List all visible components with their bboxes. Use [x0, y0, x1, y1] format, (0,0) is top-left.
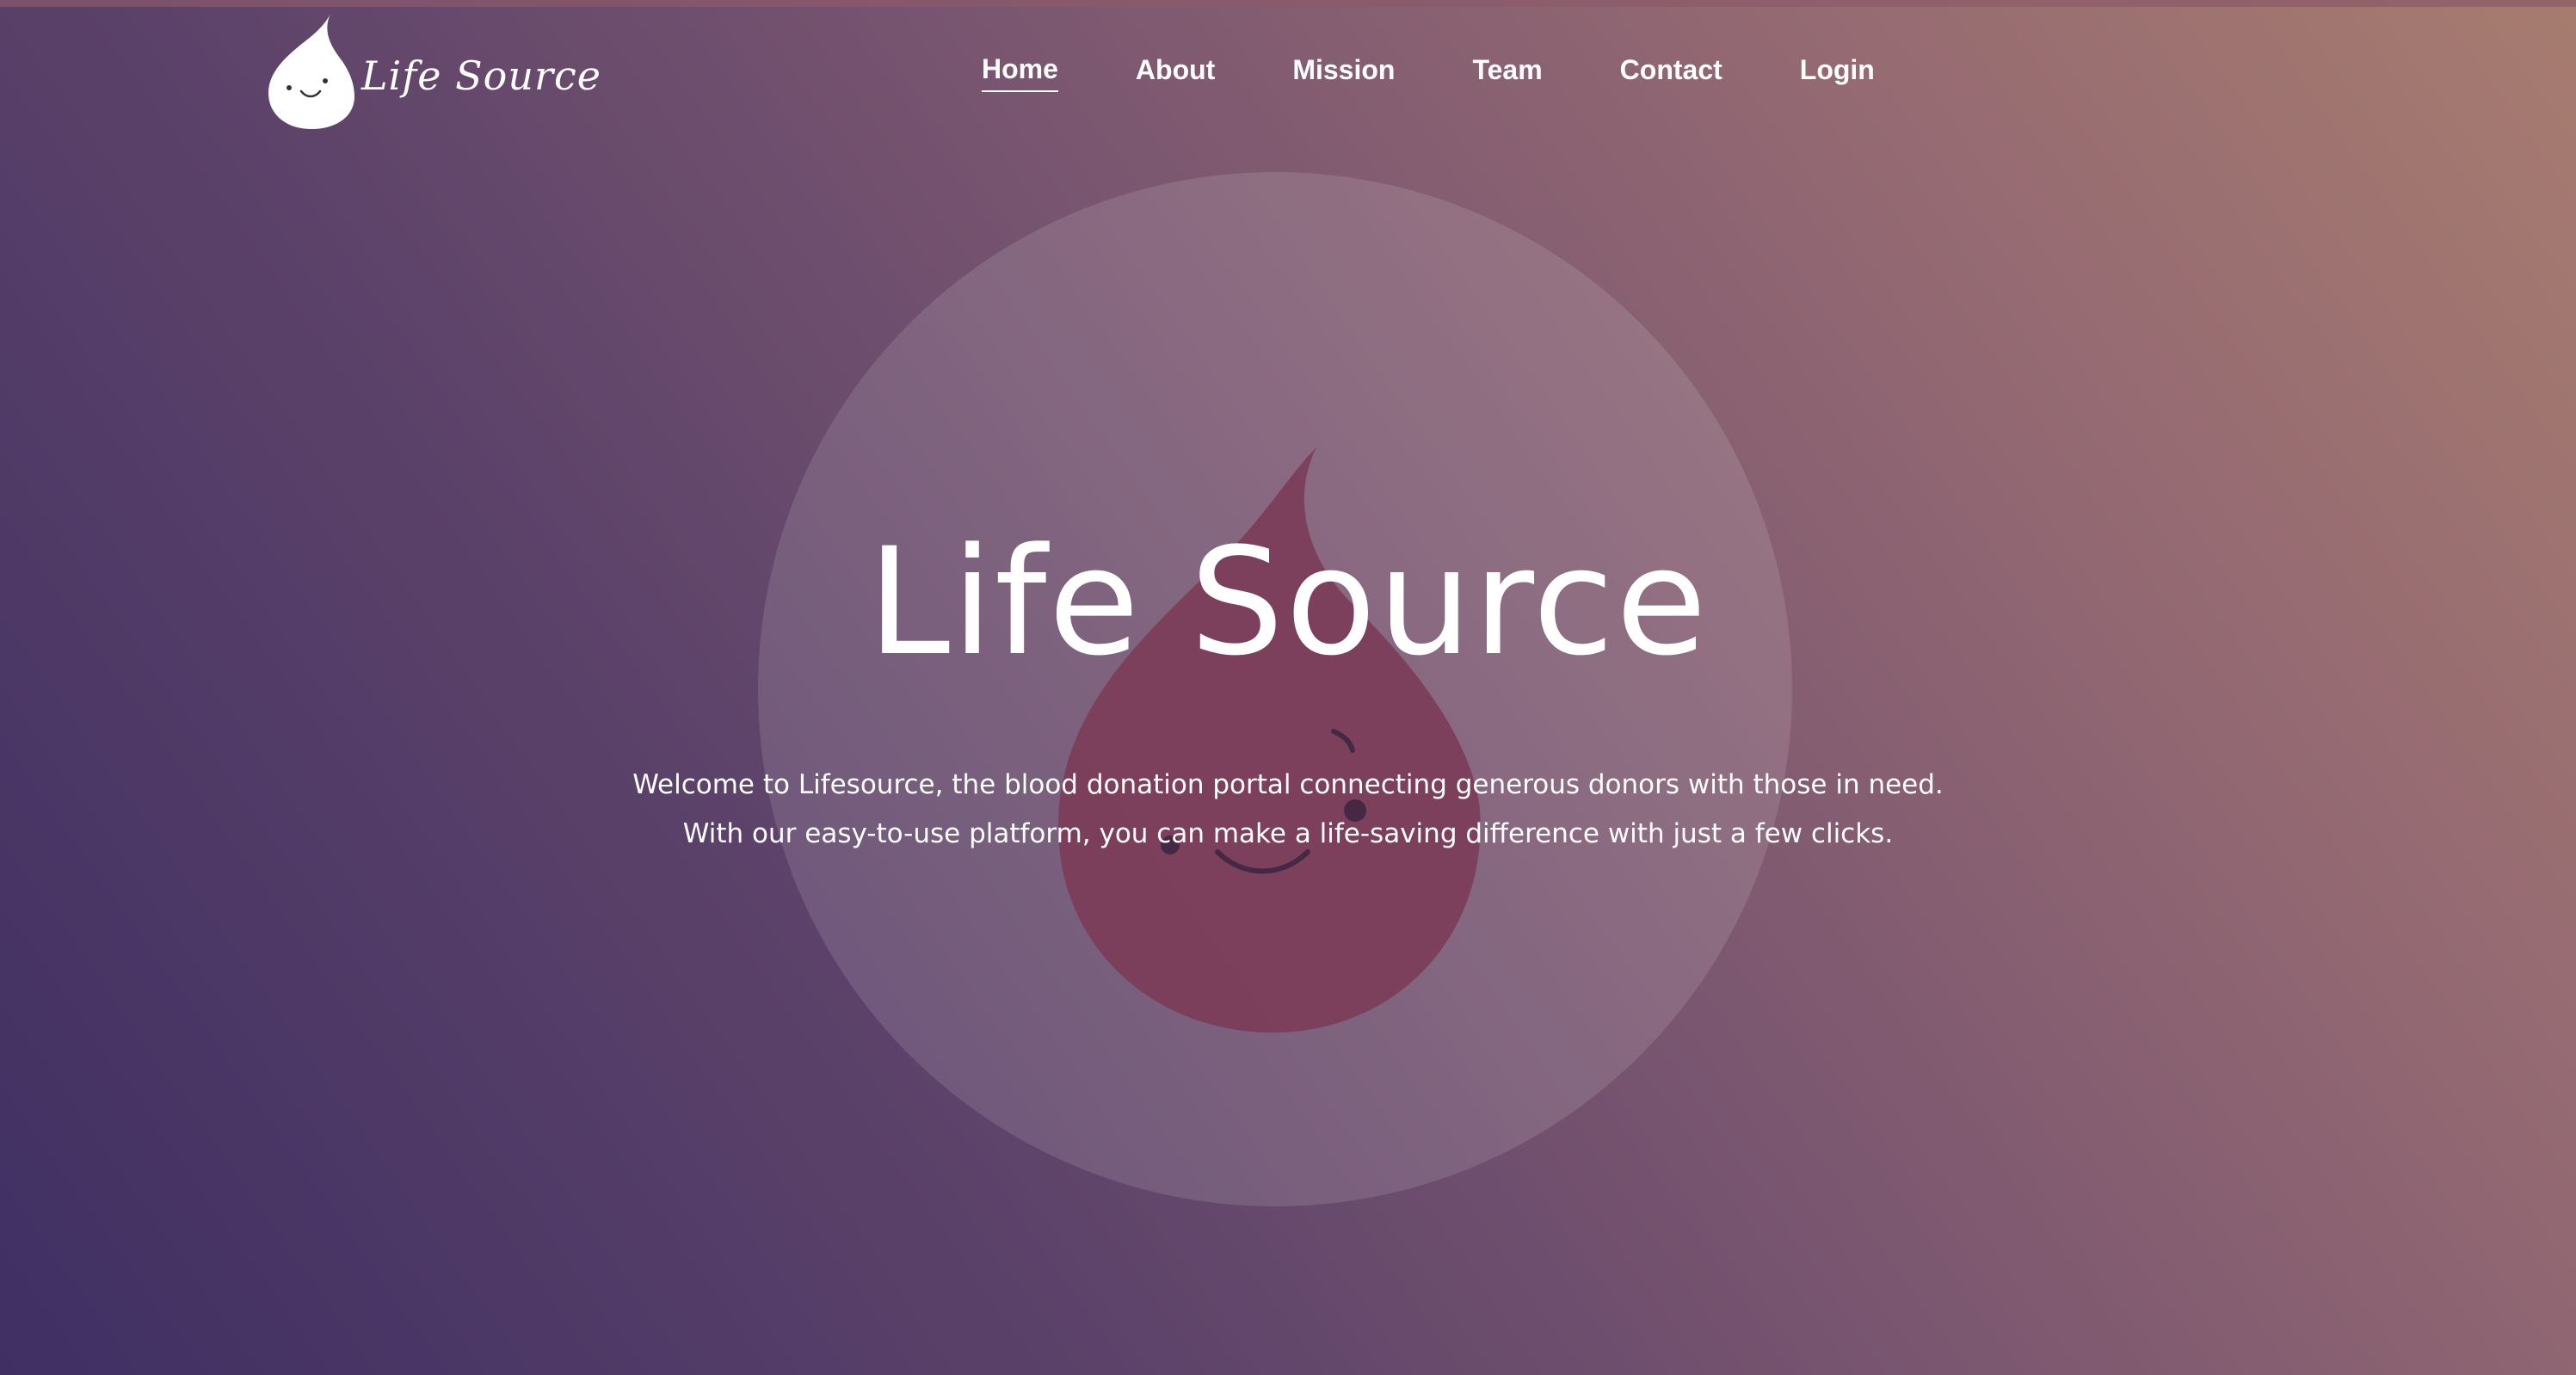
nav-item-login[interactable]: Login — [1800, 54, 1875, 91]
hero-description: Welcome to Lifesource, the blood donatio… — [0, 761, 2576, 859]
nav-item-mission[interactable]: Mission — [1292, 54, 1395, 91]
nav-item-team[interactable]: Team — [1472, 54, 1542, 91]
site-logo[interactable]: Life Source — [268, 14, 601, 129]
main-nav: Home About Mission Team Contact Login — [982, 48, 1875, 96]
hero-description-line: With our easy-to-use platform, you can m… — [682, 818, 1894, 849]
nav-item-about[interactable]: About — [1136, 54, 1215, 91]
nav-item-contact[interactable]: Contact — [1620, 54, 1722, 91]
site-header: Life Source Home About Mission Team Cont… — [0, 0, 2576, 142]
logo-wordmark: Life Source — [361, 52, 601, 99]
hero-title: Life Source — [867, 515, 1709, 688]
nav-item-home[interactable]: Home — [982, 53, 1058, 92]
blood-drop-smiley-icon — [268, 14, 354, 129]
hero-description-line: Welcome to Lifesource, the blood donatio… — [632, 769, 1944, 800]
